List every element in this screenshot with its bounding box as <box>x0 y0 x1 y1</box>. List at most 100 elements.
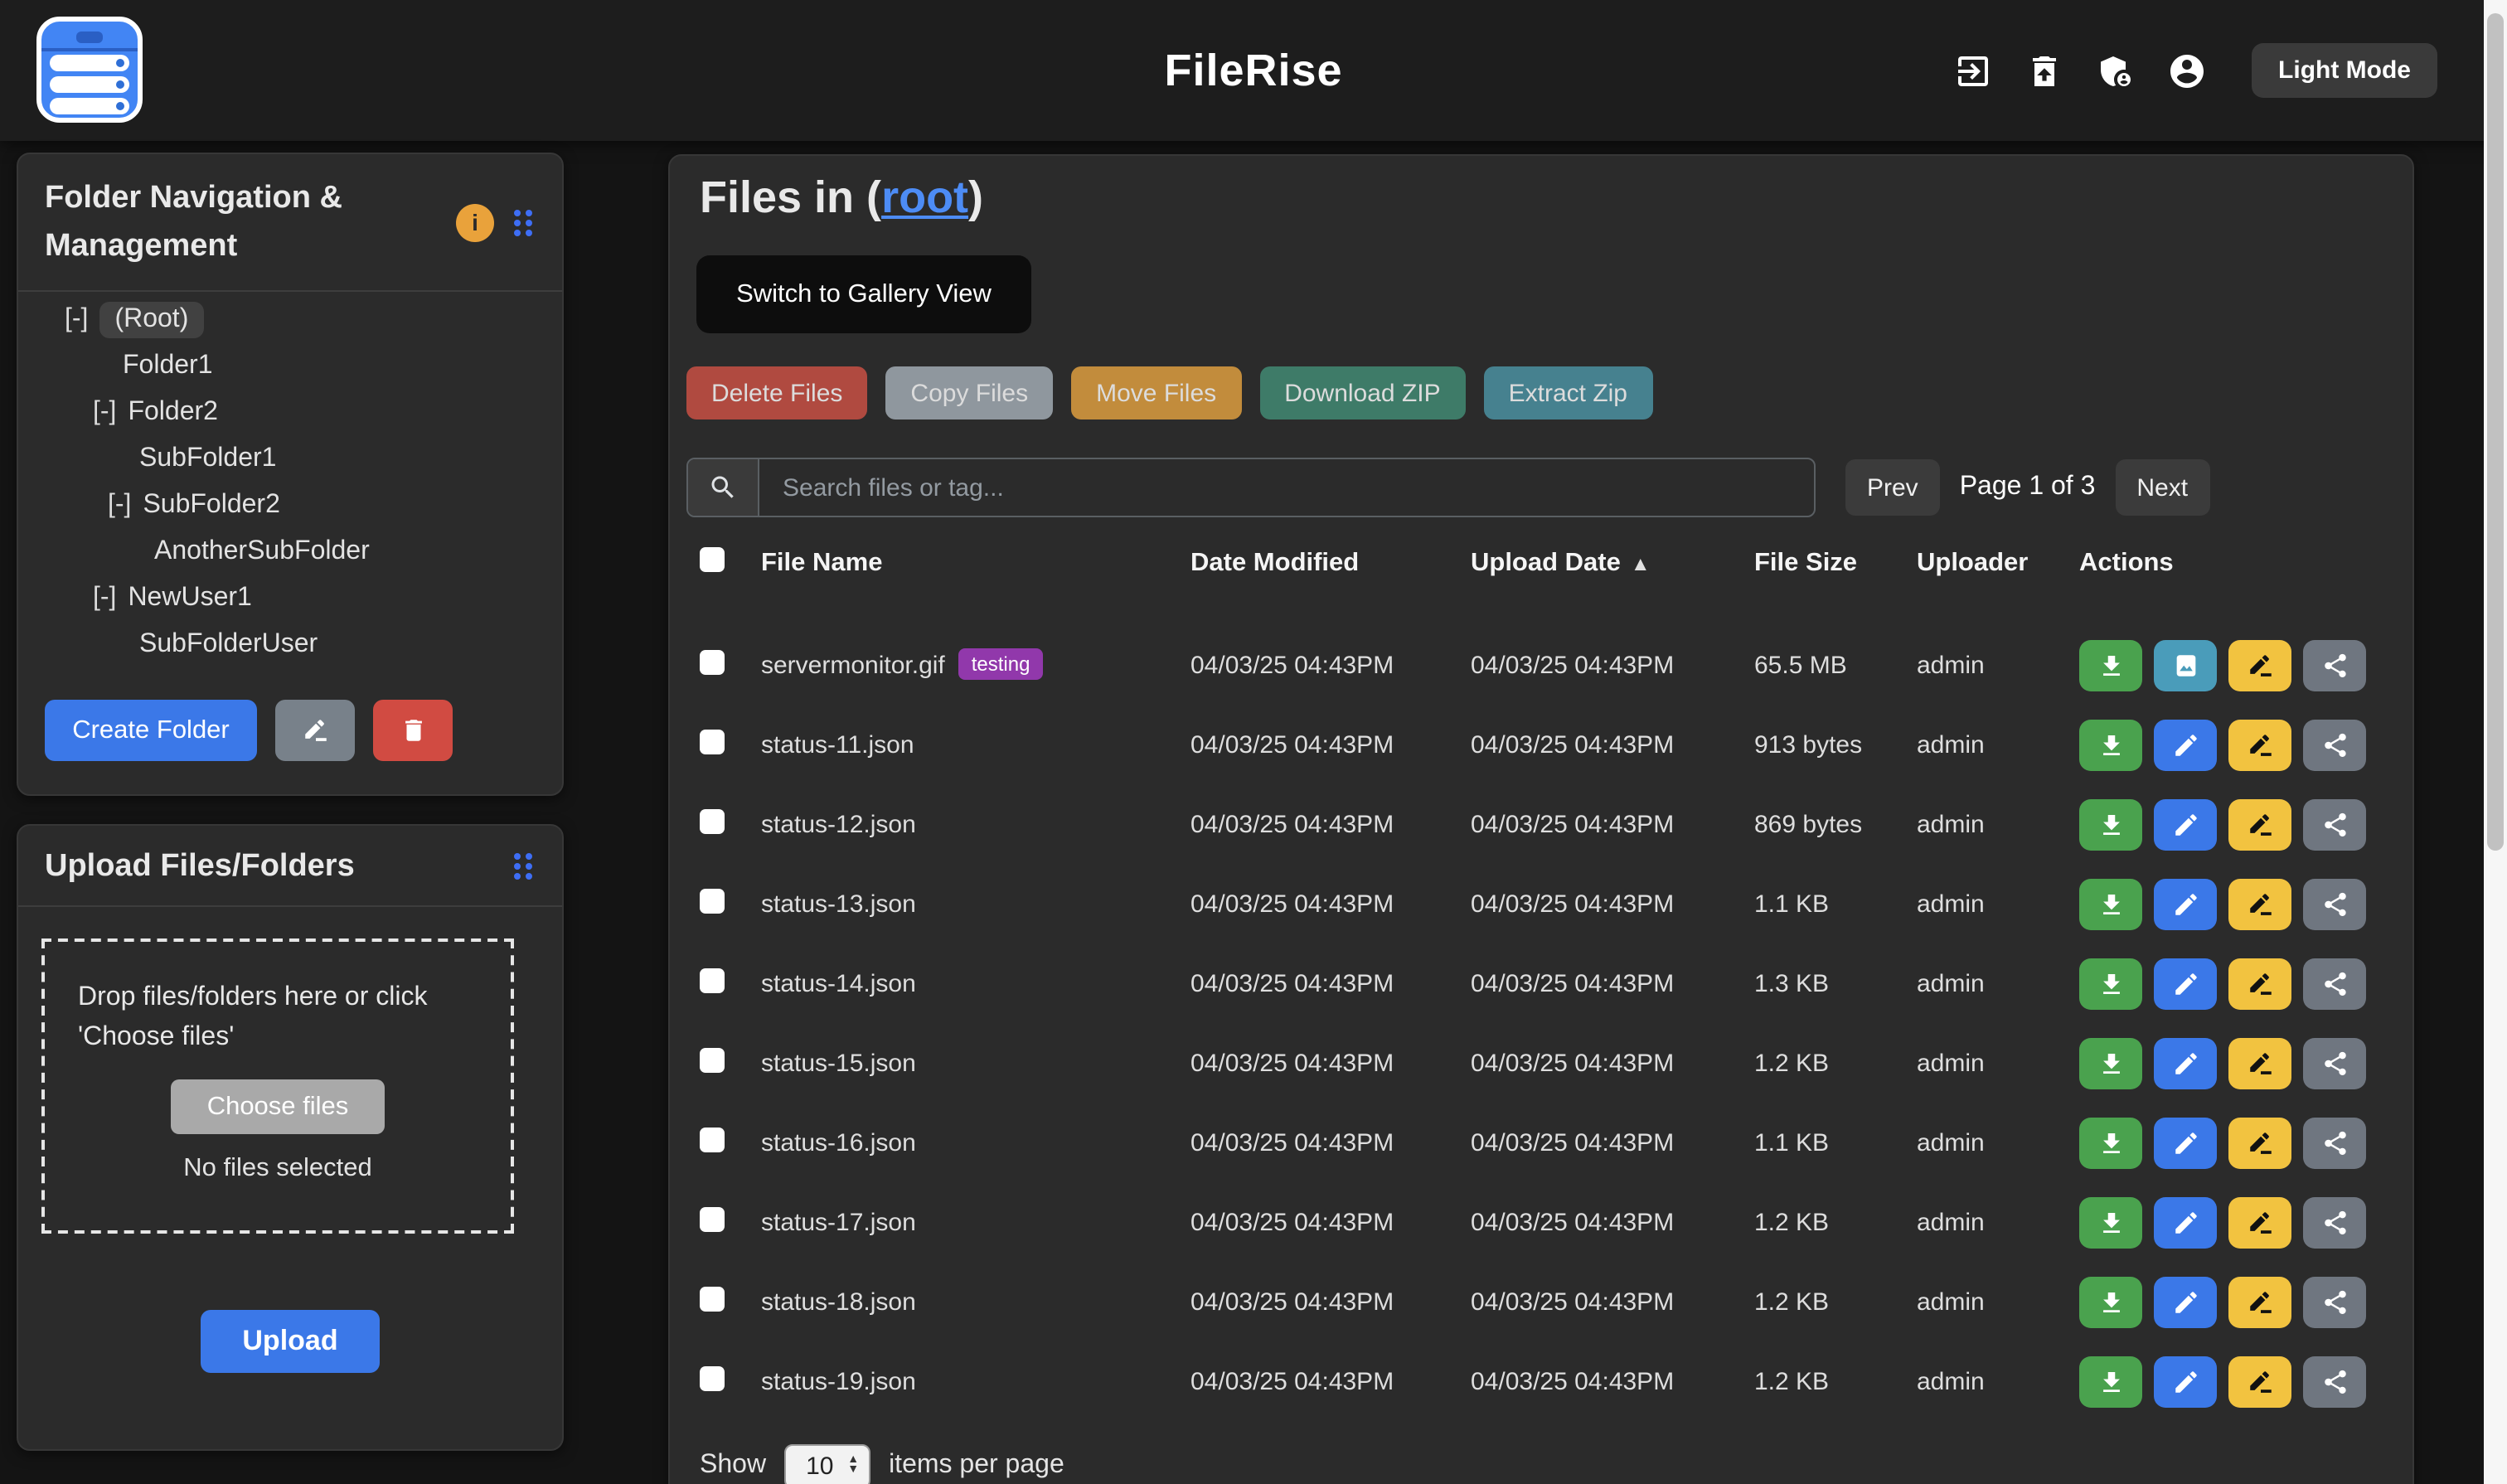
folder-item-label[interactable]: SubFolder1 <box>139 444 276 474</box>
rename-file-button[interactable] <box>2228 878 2291 929</box>
row-checkbox[interactable] <box>700 729 725 754</box>
edit-file-button[interactable] <box>2154 1355 2217 1407</box>
column-header-uploader[interactable]: Uploader <box>1917 549 2079 579</box>
page-scrollbar[interactable] <box>2484 0 2507 1484</box>
download-zip-button[interactable]: Download ZIP <box>1259 366 1465 419</box>
delete-folder-button[interactable] <box>373 700 453 761</box>
column-header-upload-date[interactable]: Upload Date▲ <box>1471 549 1754 579</box>
choose-files-button[interactable]: Choose files <box>171 1079 386 1134</box>
share-file-button[interactable] <box>2303 639 2366 691</box>
row-checkbox[interactable] <box>700 808 725 833</box>
folder-tree-item[interactable]: SubFolder1 <box>45 436 536 483</box>
tree-collapse-toggle[interactable]: [-] <box>108 491 131 521</box>
edit-file-button[interactable] <box>2154 1196 2217 1248</box>
tree-collapse-toggle[interactable]: [-] <box>93 584 116 613</box>
share-file-button[interactable] <box>2303 878 2366 929</box>
download-button[interactable] <box>2079 798 2142 850</box>
share-file-button[interactable] <box>2303 958 2366 1009</box>
root-folder-link[interactable]: root <box>881 172 968 222</box>
folder-tree-item[interactable]: [-] (Root) <box>45 297 536 343</box>
row-checkbox[interactable] <box>700 1206 725 1231</box>
folder-tree-item[interactable]: [-] Folder2 <box>45 390 536 436</box>
folder-item-label[interactable]: Folder2 <box>128 398 218 428</box>
share-file-button[interactable] <box>2303 719 2366 770</box>
share-file-button[interactable] <box>2303 1196 2366 1248</box>
download-button[interactable] <box>2079 1355 2142 1407</box>
column-header-date-modified[interactable]: Date Modified <box>1190 549 1471 579</box>
switch-gallery-view-button[interactable]: Switch to Gallery View <box>696 255 1031 333</box>
rename-file-button[interactable] <box>2228 1276 2291 1327</box>
file-name[interactable]: status-14.json <box>761 969 916 997</box>
edit-file-button[interactable] <box>2154 719 2217 770</box>
rename-file-button[interactable] <box>2228 1355 2291 1407</box>
row-checkbox[interactable] <box>700 1365 725 1390</box>
copy-files-button[interactable]: Copy Files <box>885 366 1053 419</box>
folder-item-label[interactable]: NewUser1 <box>128 584 251 613</box>
share-file-button[interactable] <box>2303 798 2366 850</box>
folder-item-selected[interactable]: (Root) <box>99 302 203 338</box>
delete-files-button[interactable]: Delete Files <box>686 366 867 419</box>
select-all-checkbox[interactable] <box>700 547 725 572</box>
edit-file-button[interactable] <box>2154 958 2217 1009</box>
file-name[interactable]: status-12.json <box>761 810 916 838</box>
download-button[interactable] <box>2079 719 2142 770</box>
rename-file-button[interactable] <box>2228 1196 2291 1248</box>
folder-item-label[interactable]: Folder1 <box>123 352 213 381</box>
folder-tree-item[interactable]: SubFolderUser <box>45 622 536 668</box>
user-shield-icon[interactable] <box>2096 51 2136 90</box>
row-checkbox[interactable] <box>700 888 725 913</box>
share-file-button[interactable] <box>2303 1355 2366 1407</box>
folder-tree-item[interactable]: [-] SubFolder2 <box>45 483 536 529</box>
prev-page-button[interactable]: Prev <box>1845 459 1940 516</box>
scrollbar-thumb[interactable] <box>2487 13 2504 851</box>
download-button[interactable] <box>2079 1196 2142 1248</box>
tree-collapse-toggle[interactable]: [-] <box>93 398 116 428</box>
share-file-button[interactable] <box>2303 1037 2366 1089</box>
download-button[interactable] <box>2079 1117 2142 1168</box>
info-icon[interactable]: i <box>456 203 494 241</box>
edit-file-button[interactable] <box>2154 878 2217 929</box>
drag-handle-icon[interactable] <box>511 851 536 882</box>
rename-folder-button[interactable] <box>275 700 355 761</box>
file-name[interactable]: status-13.json <box>761 890 916 918</box>
upload-button[interactable]: Upload <box>201 1310 380 1373</box>
edit-file-button[interactable] <box>2154 1117 2217 1168</box>
download-button[interactable] <box>2079 639 2142 691</box>
rename-file-button[interactable] <box>2228 1037 2291 1089</box>
trash-restore-icon[interactable] <box>2025 51 2064 90</box>
edit-file-button[interactable] <box>2154 798 2217 850</box>
file-name[interactable]: status-19.json <box>761 1367 916 1395</box>
folder-tree-item[interactable]: [-] NewUser1 <box>45 575 536 622</box>
file-name[interactable]: status-17.json <box>761 1208 916 1236</box>
file-name[interactable]: servermonitor.gif <box>761 651 945 679</box>
folder-item-label[interactable]: SubFolder2 <box>143 491 279 521</box>
row-checkbox[interactable] <box>700 1127 725 1152</box>
file-name[interactable]: status-11.json <box>761 730 914 759</box>
file-name[interactable]: status-15.json <box>761 1049 916 1077</box>
edit-file-button[interactable] <box>2154 1276 2217 1327</box>
folder-item-label[interactable]: AnotherSubFolder <box>154 537 370 567</box>
logout-icon[interactable] <box>1953 51 1993 90</box>
rename-file-button[interactable] <box>2228 958 2291 1009</box>
create-folder-button[interactable]: Create Folder <box>45 700 257 761</box>
tree-collapse-toggle[interactable]: [-] <box>65 305 88 335</box>
light-mode-button[interactable]: Light Mode <box>2252 43 2437 98</box>
search-input[interactable] <box>759 459 1814 516</box>
row-checkbox[interactable] <box>700 1047 725 1072</box>
move-files-button[interactable]: Move Files <box>1071 366 1241 419</box>
download-button[interactable] <box>2079 878 2142 929</box>
share-file-button[interactable] <box>2303 1117 2366 1168</box>
column-header-file-name[interactable]: File Name <box>761 549 1190 579</box>
row-checkbox[interactable] <box>700 1286 725 1311</box>
extract-zip-button[interactable]: Extract Zip <box>1484 366 1652 419</box>
rename-file-button[interactable] <box>2228 1117 2291 1168</box>
items-per-page-select[interactable]: 10 ▲▼ <box>784 1443 870 1484</box>
file-name[interactable]: status-18.json <box>761 1288 916 1316</box>
download-button[interactable] <box>2079 958 2142 1009</box>
rename-file-button[interactable] <box>2228 639 2291 691</box>
next-page-button[interactable]: Next <box>2115 459 2209 516</box>
share-file-button[interactable] <box>2303 1276 2366 1327</box>
row-checkbox[interactable] <box>700 649 725 674</box>
file-name[interactable]: status-16.json <box>761 1128 916 1157</box>
file-dropzone[interactable]: Drop files/folders here or click 'Choose… <box>41 938 514 1234</box>
